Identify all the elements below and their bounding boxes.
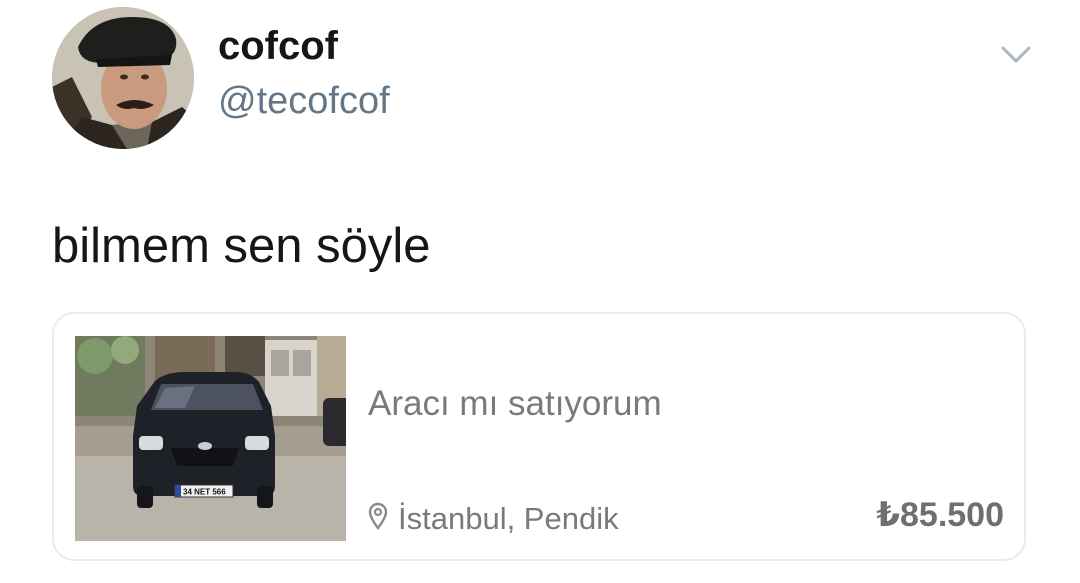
tweet: cofcof @tecofcof bilmem sen söyle 34 NET…	[0, 0, 1080, 583]
avatar[interactable]	[52, 7, 194, 149]
avatar-image	[52, 7, 194, 149]
tweet-text: bilmem sen söyle	[52, 219, 431, 273]
listing-title: Aracı mı satıyorum	[368, 384, 662, 423]
listing-card[interactable]: 34 NET 566 Aracı mı satıyorum İstanbul, …	[52, 312, 1026, 561]
license-plate-text: 34 NET 566	[183, 488, 226, 497]
user-handle[interactable]: @tecofcof	[218, 82, 390, 120]
car-photo: 34 NET 566	[75, 336, 346, 541]
listing-price: ₺85.500	[876, 496, 1004, 534]
display-name[interactable]: cofcof	[218, 26, 338, 66]
listing-location: İstanbul, Pendik	[368, 500, 619, 536]
chevron-down-icon[interactable]	[998, 40, 1034, 68]
location-text: İstanbul, Pendik	[398, 500, 619, 536]
map-pin-icon	[368, 502, 388, 535]
